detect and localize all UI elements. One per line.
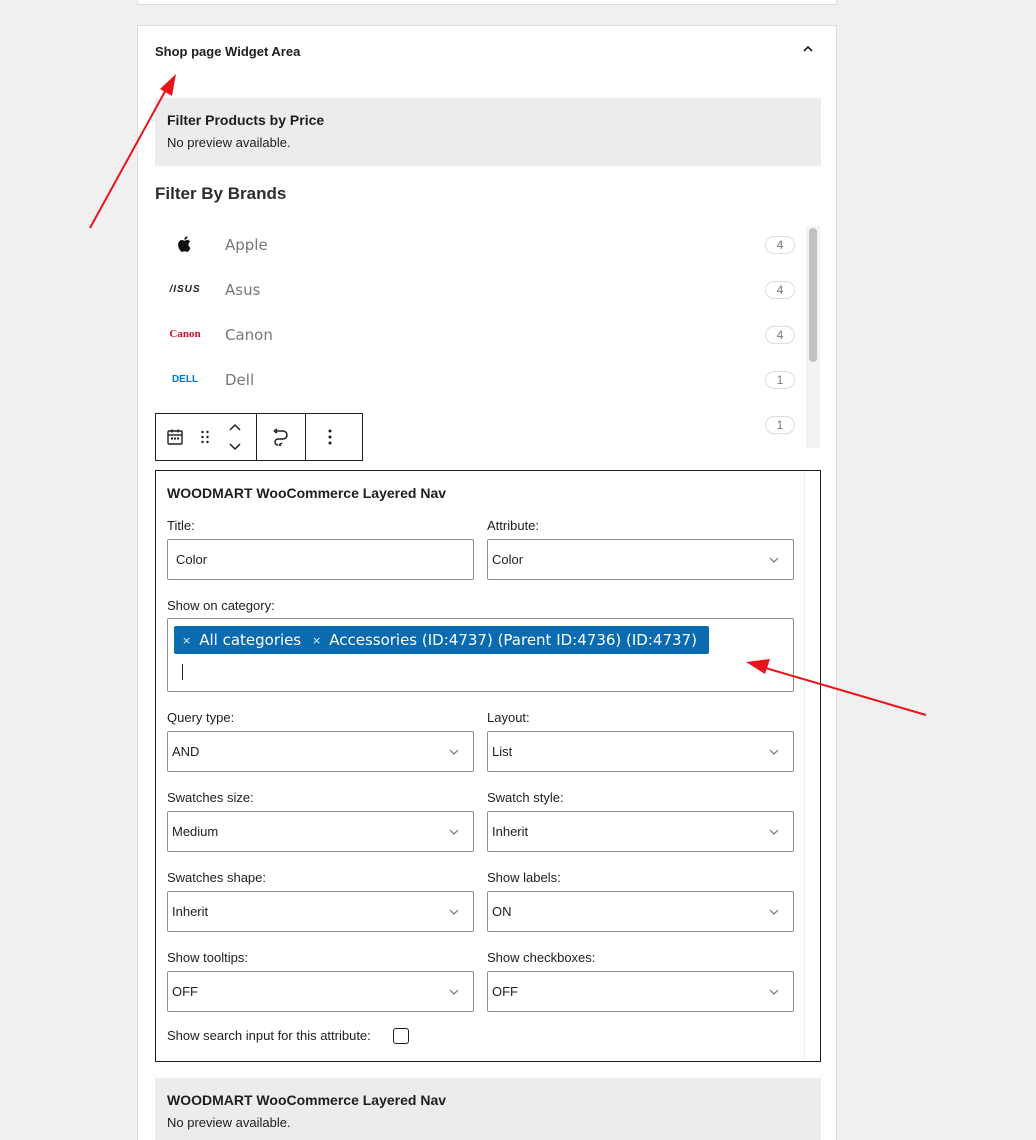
drag-handle-icon[interactable] xyxy=(190,414,220,460)
move-up-down-icon[interactable] xyxy=(220,414,250,460)
show-labels-select[interactable]: ON xyxy=(487,891,794,932)
asus-logo-icon: /ISUS xyxy=(169,283,201,295)
brand-item-canon[interactable]: Canon Canon 4 xyxy=(155,314,795,359)
brand-count: 1 xyxy=(765,416,795,434)
category-tag[interactable]: × Accessories (ID:4737) (Parent ID:4736) … xyxy=(304,626,709,654)
apple-logo-icon xyxy=(165,234,205,254)
brand-item-asus[interactable]: /ISUS Asus 4 xyxy=(155,269,795,314)
text-cursor xyxy=(182,664,183,680)
swatch-style-select[interactable]: Inherit xyxy=(487,811,794,852)
dell-logo-icon: DELL xyxy=(171,373,199,385)
chevron-down-icon xyxy=(449,749,459,755)
query-type-value: AND xyxy=(172,744,200,759)
block-toolbar xyxy=(155,413,363,461)
attribute-select[interactable]: Color xyxy=(487,539,794,580)
layered-nav-widget-form: WOODMART WooCommerce Layered Nav Title: … xyxy=(155,470,821,1062)
swatches-size-label: Swatches size: xyxy=(167,790,254,805)
swatches-shape-value: Inherit xyxy=(172,904,209,919)
category-label: Show on category: xyxy=(167,598,275,613)
placeholder-title: Filter Products by Price xyxy=(167,112,325,128)
show-checkboxes-label: Show checkboxes: xyxy=(487,950,596,965)
brand-count: 1 xyxy=(765,371,795,389)
category-tag[interactable]: × All categories xyxy=(174,626,314,654)
swatch-style-label: Swatch style: xyxy=(487,790,564,805)
widget-form-title: WOODMART WooCommerce Layered Nav xyxy=(167,485,447,501)
brand-name: Canon xyxy=(225,326,273,344)
swatches-size-select[interactable]: Medium xyxy=(167,811,474,852)
placeholder-title: WOODMART WooCommerce Layered Nav xyxy=(167,1092,447,1108)
price-filter-placeholder[interactable]: Filter Products by Price No preview avai… xyxy=(155,98,821,166)
show-labels-label: Show labels: xyxy=(487,870,561,885)
chevron-down-icon xyxy=(769,749,779,755)
title-input-value: Color xyxy=(176,552,208,567)
layout-label: Layout: xyxy=(487,710,530,725)
swatch-style-value: Inherit xyxy=(492,824,529,839)
placeholder-text: No preview available. xyxy=(167,135,291,150)
previous-panel xyxy=(137,0,837,5)
category-tag-label: Accessories (ID:4737) (Parent ID:4736) (… xyxy=(329,631,697,649)
chevron-down-icon xyxy=(769,829,779,835)
brand-name: Asus xyxy=(225,281,261,299)
chevron-up-icon[interactable] xyxy=(801,42,815,56)
brand-count: 4 xyxy=(765,236,795,254)
chevron-down-icon xyxy=(449,909,459,915)
category-tag-label: All categories xyxy=(199,631,302,649)
form-scrollbar[interactable] xyxy=(804,471,820,1061)
show-tooltips-label: Show tooltips: xyxy=(167,950,248,965)
title-label: Title: xyxy=(167,518,195,533)
search-input-label: Show search input for this attribute: xyxy=(167,1028,371,1043)
brands-heading: Filter By Brands xyxy=(155,184,287,203)
show-labels-value: ON xyxy=(492,904,512,919)
attribute-label: Attribute: xyxy=(487,518,540,533)
chevron-down-icon xyxy=(449,829,459,835)
brand-item-apple[interactable]: Apple 4 xyxy=(155,224,795,269)
swatches-size-value: Medium xyxy=(172,824,219,839)
placeholder-text: No preview available. xyxy=(167,1115,291,1130)
chevron-down-icon xyxy=(769,909,779,915)
swatches-shape-select[interactable]: Inherit xyxy=(167,891,474,932)
brand-count: 4 xyxy=(765,326,795,344)
brands-scrollbar-thumb[interactable] xyxy=(809,228,817,362)
calendar-icon[interactable] xyxy=(160,414,190,460)
brand-count: 4 xyxy=(765,281,795,299)
search-input-checkbox[interactable] xyxy=(393,1028,409,1044)
show-checkboxes-select[interactable]: OFF xyxy=(487,971,794,1012)
remove-tag-icon[interactable]: × xyxy=(182,634,191,647)
swatches-shape-label: Swatches shape: xyxy=(167,870,267,885)
query-type-select[interactable]: AND xyxy=(167,731,474,772)
brand-item-dell[interactable]: DELL Dell 1 xyxy=(155,359,795,404)
show-tooltips-value: OFF xyxy=(172,984,198,999)
brand-name: Apple xyxy=(225,236,268,254)
brand-name: Dell xyxy=(225,371,255,389)
remove-tag-icon[interactable]: × xyxy=(312,634,321,647)
layout-value: List xyxy=(492,744,513,759)
chevron-down-icon xyxy=(449,989,459,995)
chevron-down-icon xyxy=(769,989,779,995)
layout-select[interactable]: List xyxy=(487,731,794,772)
widget-area-title[interactable]: Shop page Widget Area xyxy=(155,44,300,59)
transform-icon[interactable] xyxy=(266,414,296,460)
canon-logo-icon: Canon xyxy=(169,328,201,340)
title-input[interactable]: Color xyxy=(167,539,474,580)
chevron-down-icon xyxy=(769,557,779,563)
category-multiselect[interactable]: × All categories × Accessories (ID:4737) (… xyxy=(167,618,794,692)
layered-nav-placeholder[interactable]: WOODMART WooCommerce Layered Nav No prev… xyxy=(155,1078,821,1140)
attribute-select-value: Color xyxy=(492,552,524,567)
show-tooltips-select[interactable]: OFF xyxy=(167,971,474,1012)
more-options-icon[interactable] xyxy=(315,414,345,460)
widget-area-panel: Shop page Widget Area Filter Products by… xyxy=(137,25,837,1140)
show-checkboxes-value: OFF xyxy=(492,984,518,999)
query-type-label: Query type: xyxy=(167,710,235,725)
